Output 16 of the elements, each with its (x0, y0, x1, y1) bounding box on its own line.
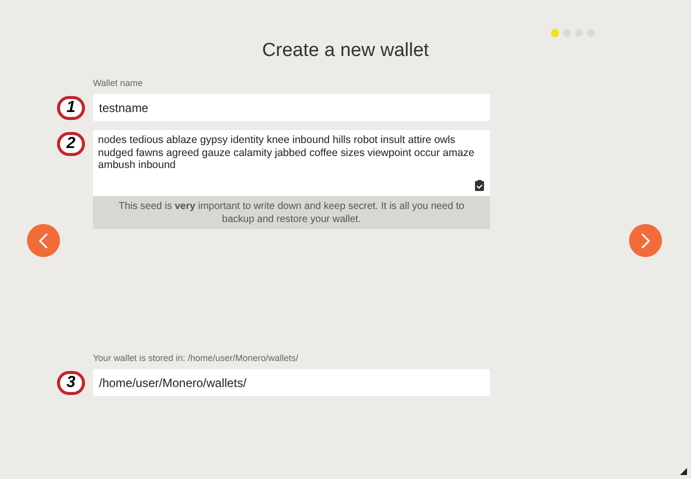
field-label: Wallet name (93, 78, 143, 88)
chevron-left-icon (39, 232, 48, 248)
back-button[interactable] (27, 224, 60, 257)
storage-path-label: Your wallet is stored in: /home/user/Monero/wallets/ (93, 353, 298, 363)
step-marker: 1 (57, 96, 85, 120)
next-button[interactable] (629, 224, 662, 257)
clipboard-icon[interactable] (475, 180, 484, 191)
resize-grip-icon[interactable] (680, 468, 687, 475)
page-title: Create a new wallet (262, 39, 429, 63)
wallet-path-field[interactable]: /home/user/Monero/wallets/ (93, 369, 490, 396)
chevron-right-icon (641, 232, 650, 248)
step-marker: 3 (57, 370, 85, 394)
seed-warning: This seed is very important to write down and keep secret. It is all you need to backup and restore your wallet. (93, 196, 490, 229)
wallet-name-field[interactable]: testname (93, 94, 490, 121)
step-marker: 2 (57, 132, 85, 156)
seed-field[interactable]: nodes tedious ablaze gypsy identity knee inbound hills robot insult attire owls nudged fawns agreed gauze calamity jabbed coffee sizes viewpoint occur amaze ambush inbound (93, 130, 490, 196)
